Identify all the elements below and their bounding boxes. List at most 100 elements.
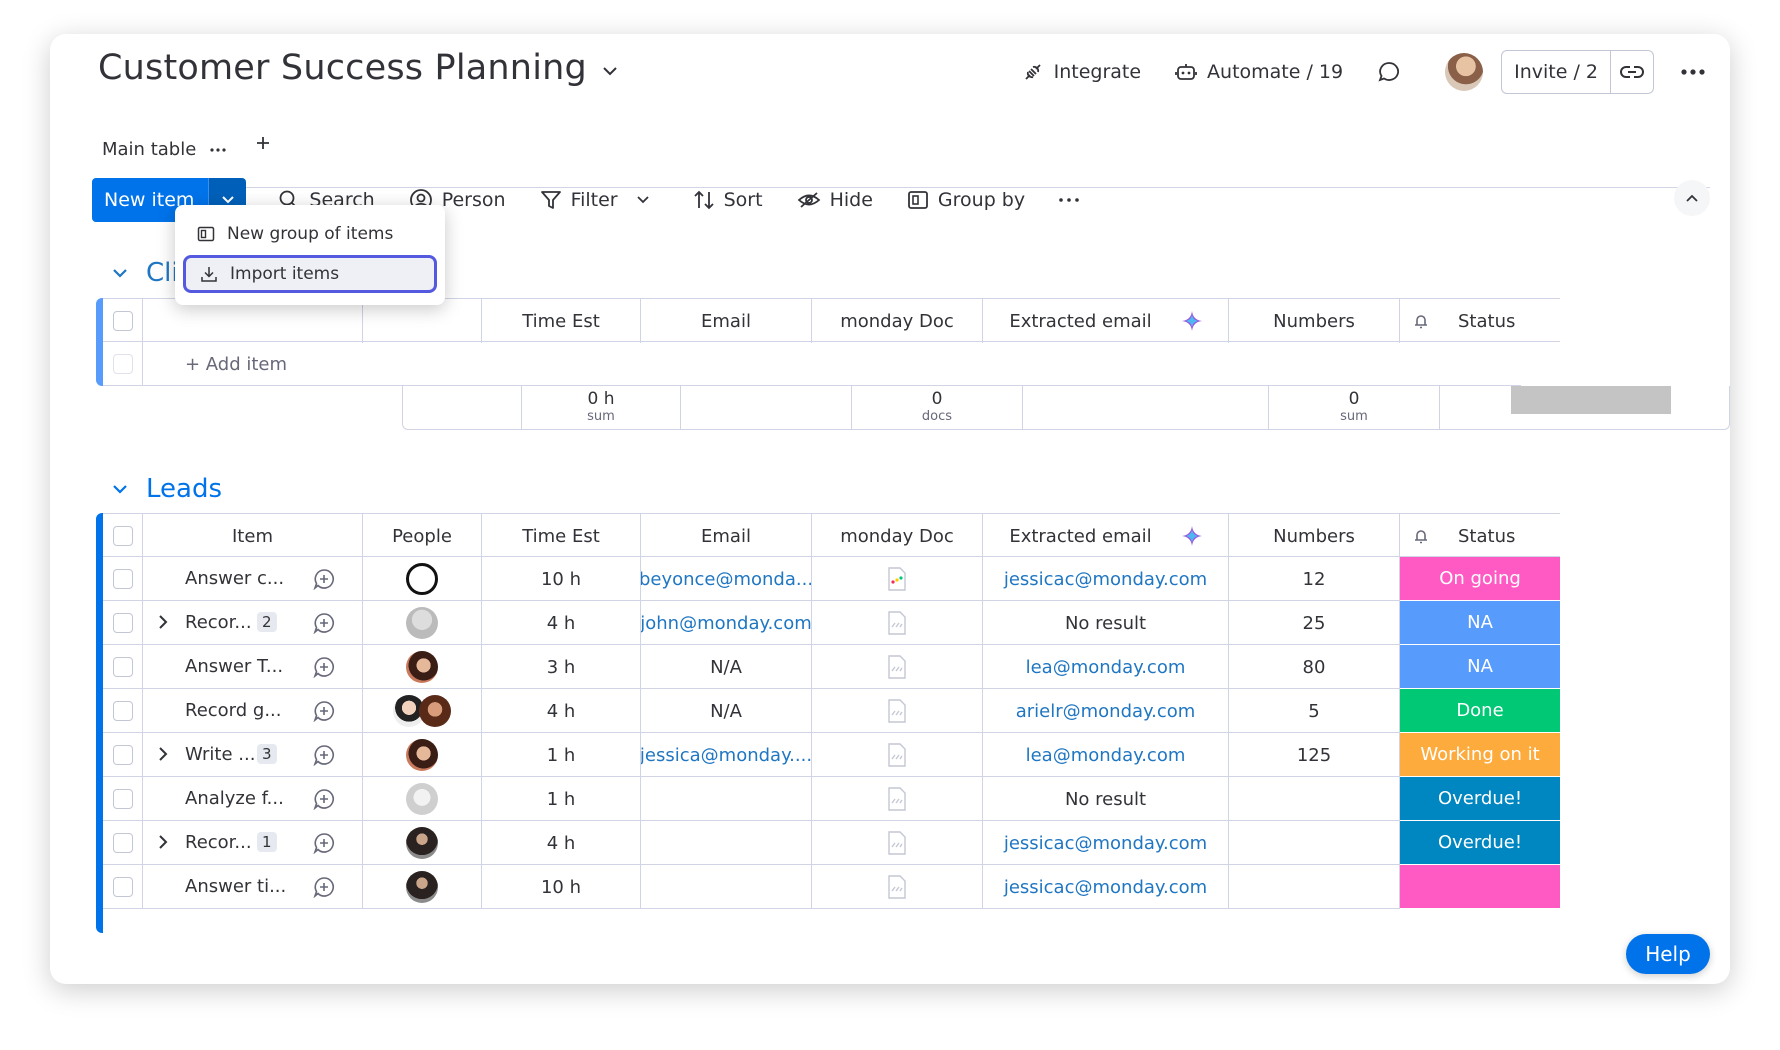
avatar[interactable] <box>419 695 451 727</box>
people-cell[interactable] <box>363 689 482 733</box>
table-row[interactable]: Analyze f... 1 h No result Overdue! <box>103 777 1560 821</box>
column-header-email[interactable]: Email <box>641 514 812 558</box>
extracted-email-cell[interactable]: jessicac@monday.com <box>983 821 1229 865</box>
chevron-right-icon[interactable] <box>157 834 169 850</box>
extracted-email-cell[interactable]: No result <box>983 777 1229 821</box>
email-cell[interactable]: john@monday.com <box>641 601 812 645</box>
avatar[interactable] <box>406 607 438 639</box>
item-name[interactable]: Recor... <box>185 612 252 633</box>
table-row[interactable]: Record g... 4 h N/A arielr@monday.com 5 Done <box>103 689 1560 733</box>
item-name-cell[interactable]: Write ... 3 <box>143 733 285 777</box>
time-est-cell[interactable]: 3 h <box>482 645 641 689</box>
chevron-down-icon[interactable] <box>601 65 619 77</box>
status-cell[interactable]: On going <box>1400 557 1560 601</box>
row-checkbox[interactable] <box>112 701 133 721</box>
add-view-button[interactable] <box>256 136 270 150</box>
people-cell[interactable] <box>363 557 482 601</box>
monday-doc-cell[interactable] <box>812 557 983 601</box>
item-name-cell[interactable]: Answer T... <box>143 645 285 689</box>
monday-doc-cell[interactable] <box>812 865 983 909</box>
invite-button[interactable]: Invite / 2 <box>1502 51 1611 93</box>
item-name[interactable]: Answer c... <box>185 568 284 589</box>
people-cell[interactable] <box>363 601 482 645</box>
add-item-input[interactable]: + Add item <box>143 342 1521 386</box>
numbers-cell[interactable] <box>1229 821 1400 865</box>
item-name[interactable]: Answer T... <box>185 656 283 677</box>
table-row[interactable]: Answer T... 3 h N/A lea@monday.com 80 NA <box>103 645 1560 689</box>
time-est-cell[interactable]: 1 h <box>482 733 641 777</box>
item-name-cell[interactable]: Record g... <box>143 689 285 733</box>
email-cell[interactable]: beyonce@monda... <box>641 557 812 601</box>
people-cell[interactable] <box>363 821 482 865</box>
item-name[interactable]: Analyze f... <box>185 788 284 809</box>
item-name-cell[interactable]: Answer ti... <box>143 865 285 909</box>
add-update-cell[interactable] <box>285 821 363 865</box>
row-checkbox[interactable] <box>112 657 133 677</box>
item-name-cell[interactable]: Recor... 1 <box>143 821 285 865</box>
row-checkbox[interactable] <box>112 745 133 765</box>
status-cell[interactable]: Working on it <box>1400 733 1560 777</box>
column-header-item[interactable]: Item <box>143 514 363 558</box>
monday-doc-cell[interactable] <box>812 777 983 821</box>
avatar[interactable] <box>406 871 438 903</box>
item-name-cell[interactable]: Analyze f... <box>143 777 285 821</box>
column-header-numbers[interactable]: Numbers <box>1229 514 1400 558</box>
row-checkbox[interactable] <box>112 569 133 589</box>
more-options-icon[interactable] <box>1680 68 1706 76</box>
add-update-cell[interactable] <box>285 689 363 733</box>
avatar[interactable] <box>406 651 438 683</box>
column-header-status[interactable]: Status <box>1400 514 1560 558</box>
subitems-count-badge[interactable]: 3 <box>257 744 277 764</box>
column-header-extracted-email[interactable]: Extracted email <box>983 299 1229 343</box>
column-header-item[interactable] <box>143 299 363 343</box>
add-update-cell[interactable] <box>285 645 363 689</box>
time-est-cell[interactable]: 4 h <box>482 821 641 865</box>
column-header-people[interactable]: People <box>363 514 482 558</box>
monday-doc-cell[interactable] <box>812 821 983 865</box>
item-name[interactable]: Recor... <box>185 832 252 853</box>
status-cell[interactable]: Overdue! <box>1400 777 1560 821</box>
column-header-numbers[interactable]: Numbers <box>1229 299 1400 343</box>
extracted-email-cell[interactable]: No result <box>983 601 1229 645</box>
row-checkbox[interactable] <box>112 877 133 897</box>
row-checkbox[interactable] <box>112 613 133 633</box>
menu-item-import-items[interactable]: Import items <box>183 255 437 293</box>
add-update-cell[interactable] <box>285 557 363 601</box>
item-name[interactable]: Answer ti... <box>185 876 285 897</box>
email-cell[interactable] <box>641 821 812 865</box>
people-cell[interactable] <box>363 645 482 689</box>
extracted-email-cell[interactable]: lea@monday.com <box>983 645 1229 689</box>
collapse-header-button[interactable] <box>1674 180 1710 216</box>
monday-doc-cell[interactable] <box>812 733 983 777</box>
table-row[interactable]: Answer c... 10 h beyonce@monda... jessicac@… <box>103 557 1560 601</box>
row-checkbox[interactable] <box>112 354 133 374</box>
copy-link-button[interactable] <box>1611 51 1653 93</box>
table-row[interactable]: Write ... 3 1 h jessica@monday.... lea@monda… <box>103 733 1560 777</box>
table-row[interactable]: Recor... 1 4 h jessicac@monday.com Overdue! <box>103 821 1560 865</box>
people-cell[interactable] <box>363 733 482 777</box>
status-cell[interactable] <box>1400 865 1560 909</box>
table-row[interactable]: Recor... 2 4 h john@monday.com No result 25 NA <box>103 601 1560 645</box>
time-est-cell[interactable]: 1 h <box>482 777 641 821</box>
status-cell[interactable]: Done <box>1400 689 1560 733</box>
group-title[interactable]: Leads <box>146 474 222 504</box>
time-est-cell[interactable]: 10 h <box>482 557 641 601</box>
subitems-count-badge[interactable]: 1 <box>257 832 277 852</box>
email-cell[interactable]: jessica@monday.... <box>641 733 812 777</box>
add-update-cell[interactable] <box>285 601 363 645</box>
tab-main-table[interactable]: Main table <box>92 114 244 188</box>
item-name-cell[interactable]: Recor... 2 <box>143 601 285 645</box>
column-header-email[interactable]: Email <box>641 299 812 343</box>
add-update-cell[interactable] <box>285 865 363 909</box>
avatar[interactable] <box>406 827 438 859</box>
people-cell[interactable] <box>363 865 482 909</box>
extracted-email-cell[interactable]: arielr@monday.com <box>983 689 1229 733</box>
sort-button[interactable]: Sort <box>693 189 763 211</box>
automate-button[interactable]: Automate / 19 <box>1175 61 1343 83</box>
extracted-email-cell[interactable]: jessicac@monday.com <box>983 557 1229 601</box>
updates-button[interactable] <box>1377 60 1411 84</box>
numbers-cell[interactable]: 80 <box>1229 645 1400 689</box>
group-by-button[interactable]: Group by <box>907 189 1025 211</box>
column-header-time-est[interactable]: Time Est <box>482 299 641 343</box>
time-est-cell[interactable]: 4 h <box>482 689 641 733</box>
